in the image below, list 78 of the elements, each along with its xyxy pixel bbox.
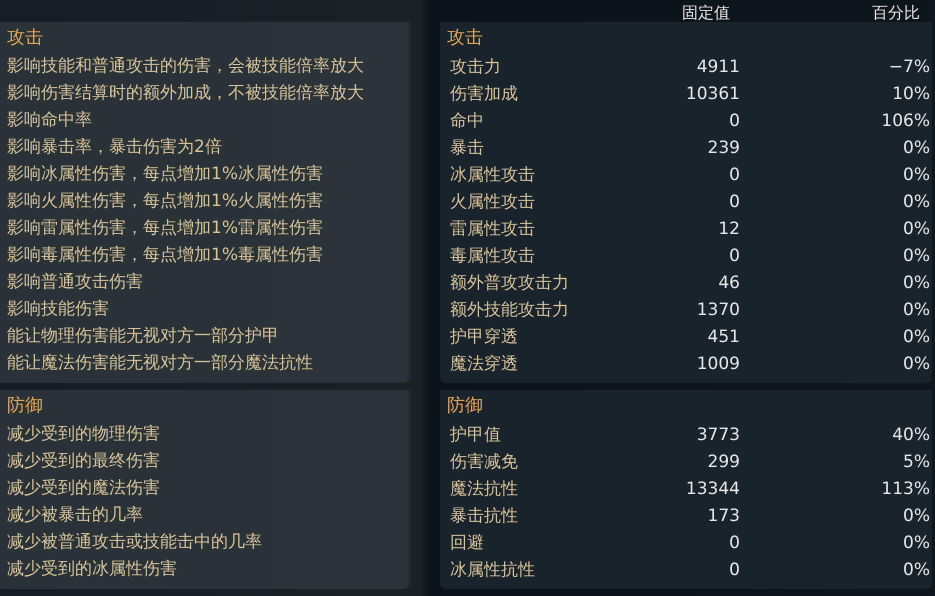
stat-value: 3773 xyxy=(696,424,740,444)
stat-percent: 0% xyxy=(903,272,930,292)
section-title: 防御 xyxy=(447,394,483,418)
stat-name: 命中 xyxy=(450,110,484,132)
stat-percent: 0% xyxy=(903,164,930,184)
stat-description: 影响普通攻击伤害 xyxy=(7,271,143,294)
stat-description: 减少受到的最终伤害 xyxy=(7,450,160,473)
stat-value: 1370 xyxy=(696,300,740,320)
stat-value: 13344 xyxy=(686,478,740,498)
stat-name: 回避 xyxy=(450,532,484,554)
stat-description: 影响伤害结算时的额外加成，不被技能倍率放大 xyxy=(7,82,364,105)
stat-value: 46 xyxy=(718,272,740,292)
stat-value: 1009 xyxy=(696,354,740,374)
stat-value: 173 xyxy=(708,506,740,526)
stat-value: 451 xyxy=(708,326,740,346)
stat-description: 影响技能伤害 xyxy=(7,298,109,321)
stat-percent: −7% xyxy=(888,56,930,76)
stat-name: 魔法穿透 xyxy=(450,353,518,375)
stat-percent: 0% xyxy=(903,300,930,320)
stat-value: 0 xyxy=(729,192,740,212)
stat-percent: 0% xyxy=(903,192,930,212)
stat-percent: 40% xyxy=(892,424,930,444)
stat-name: 额外普攻攻击力 xyxy=(450,272,569,294)
stat-value: 0 xyxy=(729,110,740,130)
column-header: 固定值 xyxy=(682,4,730,22)
stat-percent: 0% xyxy=(903,246,930,266)
stat-percent: 10% xyxy=(892,84,930,104)
stat-value: 0 xyxy=(729,560,740,580)
stat-percent: 5% xyxy=(903,452,930,472)
stat-percent: 0% xyxy=(903,138,930,158)
stat-value: 12 xyxy=(718,218,740,238)
stat-percent: 106% xyxy=(881,110,930,130)
stat-name: 暴击 xyxy=(450,137,484,159)
stat-description: 能让物理伤害能无视对方一部分护甲 xyxy=(7,325,279,348)
stat-description: 能让魔法伤害能无视对方一部分魔法抗性 xyxy=(7,352,313,375)
stat-value: 299 xyxy=(708,452,740,472)
stat-value: 239 xyxy=(708,138,740,158)
stat-name: 雷属性攻击 xyxy=(450,218,535,240)
stat-description: 影响毒属性伤害，每点增加1%毒属性伤害 xyxy=(7,244,323,267)
stat-name: 护甲值 xyxy=(450,424,501,446)
stat-description: 影响技能和普通攻击的伤害，会被技能倍率放大 xyxy=(7,55,364,78)
section-title: 攻击 xyxy=(447,26,483,50)
stat-name: 伤害减免 xyxy=(450,451,518,473)
stat-value: 0 xyxy=(729,246,740,266)
stat-description: 减少被普通攻击或技能击中的几率 xyxy=(7,531,262,554)
stat-name: 伤害加成 xyxy=(450,83,518,105)
stat-value: 4911 xyxy=(696,56,740,76)
stat-value: 0 xyxy=(729,164,740,184)
stat-percent: 113% xyxy=(881,478,930,498)
section-title: 攻击 xyxy=(7,26,43,50)
stat-name: 火属性攻击 xyxy=(450,191,535,213)
stat-description: 减少受到的物理伤害 xyxy=(7,423,160,446)
stat-name: 冰属性攻击 xyxy=(450,164,535,186)
stat-percent: 0% xyxy=(903,506,930,526)
stat-percent: 0% xyxy=(903,218,930,238)
stat-name: 暴击抗性 xyxy=(450,505,518,527)
stat-description: 影响雷属性伤害，每点增加1%雷属性伤害 xyxy=(7,217,323,240)
stat-description: 减少受到的冰属性伤害 xyxy=(7,558,177,581)
stat-name: 冰属性抗性 xyxy=(450,559,535,581)
stat-description: 减少受到的魔法伤害 xyxy=(7,477,160,500)
stat-percent: 0% xyxy=(903,560,930,580)
stat-value: 10361 xyxy=(686,84,740,104)
section-title: 防御 xyxy=(7,394,43,418)
stat-description: 减少被暴击的几率 xyxy=(7,504,143,527)
stat-name: 魔法抗性 xyxy=(450,478,518,500)
stat-description: 影响火属性伤害，每点增加1%火属性伤害 xyxy=(7,190,323,213)
stat-name: 攻击力 xyxy=(450,56,501,78)
column-header: 百分比 xyxy=(872,4,920,22)
stat-value: 0 xyxy=(729,532,740,552)
stat-name: 额外技能攻击力 xyxy=(450,299,569,321)
stat-description: 影响命中率 xyxy=(7,109,92,132)
stat-percent: 0% xyxy=(903,326,930,346)
stat-name: 护甲穿透 xyxy=(450,326,518,348)
stat-percent: 0% xyxy=(903,532,930,552)
stat-description: 影响冰属性伤害，每点增加1%冰属性伤害 xyxy=(7,163,323,186)
stat-percent: 0% xyxy=(903,354,930,374)
stat-name: 毒属性攻击 xyxy=(450,245,535,267)
stat-description: 影响暴击率，暴击伤害为2倍 xyxy=(7,136,222,159)
